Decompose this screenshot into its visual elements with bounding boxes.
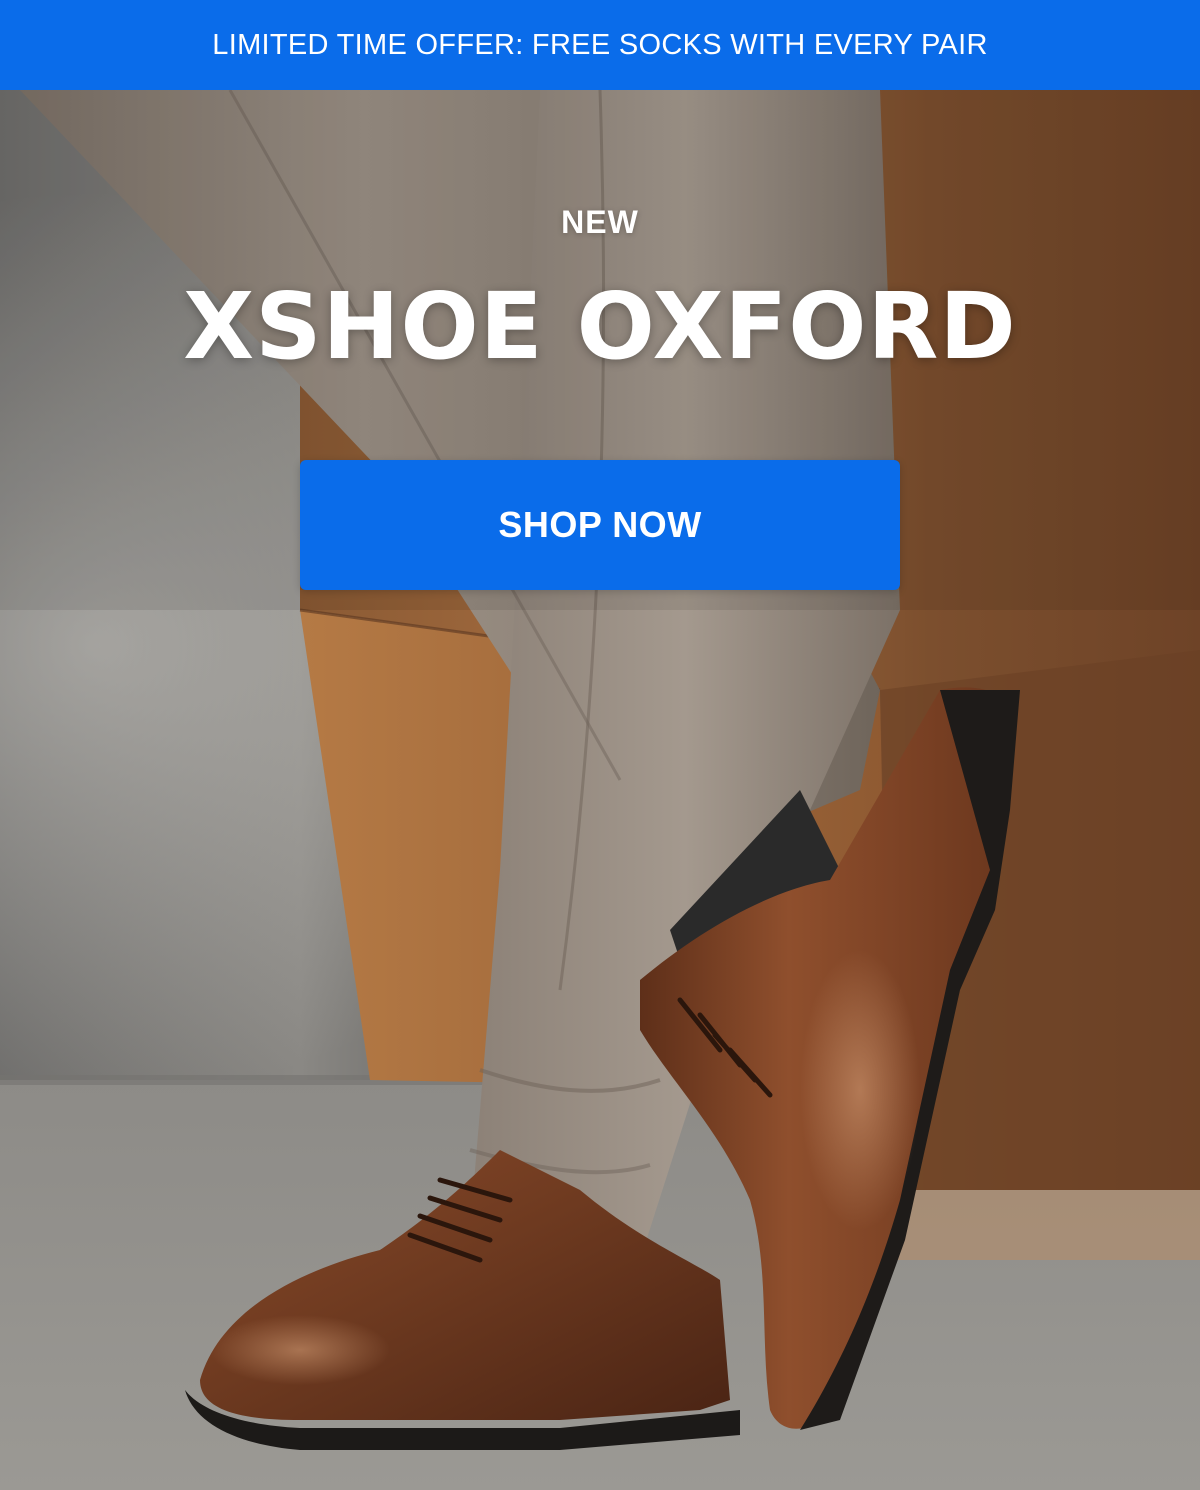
promo-text: LIMITED TIME OFFER: FREE SOCKS WITH EVER…: [212, 28, 988, 61]
shop-now-button[interactable]: SHOP NOW: [300, 460, 900, 590]
eyebrow-label: NEW: [561, 204, 639, 240]
hero-section: NEW XSHOE OXFORD SHOP NOW: [0, 90, 1200, 1490]
promo-banner: LIMITED TIME OFFER: FREE SOCKS WITH EVER…: [0, 0, 1200, 90]
hero-headline: XSHOE OXFORD: [183, 273, 1017, 380]
